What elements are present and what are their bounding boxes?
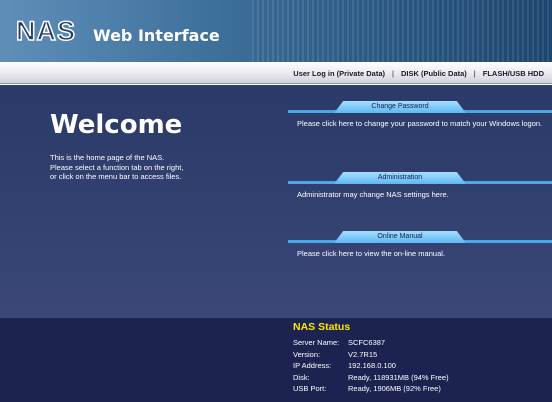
status-value: SCFC6387 (348, 338, 386, 347)
status-label: Server Name: (293, 338, 340, 347)
status-row: Version: V2.7R15 (293, 349, 548, 361)
panel-tabbar: Change Password (288, 101, 552, 113)
nas-logo: NAS (15, 16, 77, 46)
nav-separator: | (473, 68, 476, 78)
panel-administration: Administration Administrator may change … (288, 172, 552, 200)
nav-link-flash-usb[interactable]: FLASH/USB HDD (483, 69, 544, 78)
status-row: USB Port: Ready, 1906MB (92% Free) (293, 383, 548, 395)
welcome-line: Please select a function tab on the righ… (50, 162, 184, 172)
header-banner: NAS Web Interface (0, 0, 552, 62)
administration-description[interactable]: Administrator may change NAS settings he… (288, 190, 552, 200)
online-manual-description[interactable]: Please click here to view the on-line ma… (288, 249, 552, 259)
status-value: 192.168.0.100 (348, 361, 396, 370)
welcome-line: This is the home page of the NAS. (50, 153, 165, 162)
status-label: IP Address: (293, 361, 332, 370)
panel-tabbar: Administration (288, 172, 552, 184)
status-label: Disk: (293, 372, 310, 382)
tab-online-manual[interactable]: Online Manual (334, 231, 466, 243)
welcome-text: This is the home page of the NAS. Please… (50, 153, 260, 182)
status-label: Version: (293, 349, 321, 359)
change-password-description[interactable]: Please click here to change your passwor… (288, 119, 552, 129)
nav-links: User Log in (Private Data) | DISK (Publi… (293, 67, 544, 79)
panel-tabbar: Online Manual (288, 231, 552, 243)
nav-link-disk[interactable]: DISK (Public Data) (401, 69, 467, 78)
status-row: Disk: Ready, 118931MB (94% Free) (293, 372, 548, 384)
panel-online-manual: Online Manual Please click here to view … (288, 231, 552, 259)
panel-change-password: Change Password Please click here to cha… (288, 101, 552, 129)
status-title: NAS Status (293, 321, 351, 333)
status-row: Server Name: SCFC6387 (293, 337, 548, 349)
status-row: IP Address: 192.168.0.100 (293, 360, 548, 372)
nav-link-user-login[interactable]: User Log in (Private Data) (293, 69, 385, 78)
tab-change-password[interactable]: Change Password (334, 101, 466, 113)
app-title: Web Interface (93, 26, 220, 45)
nav-separator: | (392, 68, 394, 78)
tab-administration[interactable]: Administration (334, 172, 466, 184)
welcome-heading: Welcome (50, 110, 183, 140)
status-list: Server Name: SCFC6387 Version: V2.7R15 I… (293, 337, 548, 395)
header-decoration (252, 0, 552, 62)
status-value: Ready, 1906MB (92% Free) (348, 384, 441, 393)
status-value: Ready, 118931MB (94% Free) (348, 372, 449, 382)
status-value: V2.7R15 (348, 349, 378, 359)
welcome-line: or click on the menu bar to access files… (50, 172, 182, 181)
status-label: USB Port: (293, 384, 327, 393)
nav-bar: User Log in (Private Data) | DISK (Publi… (0, 62, 552, 84)
